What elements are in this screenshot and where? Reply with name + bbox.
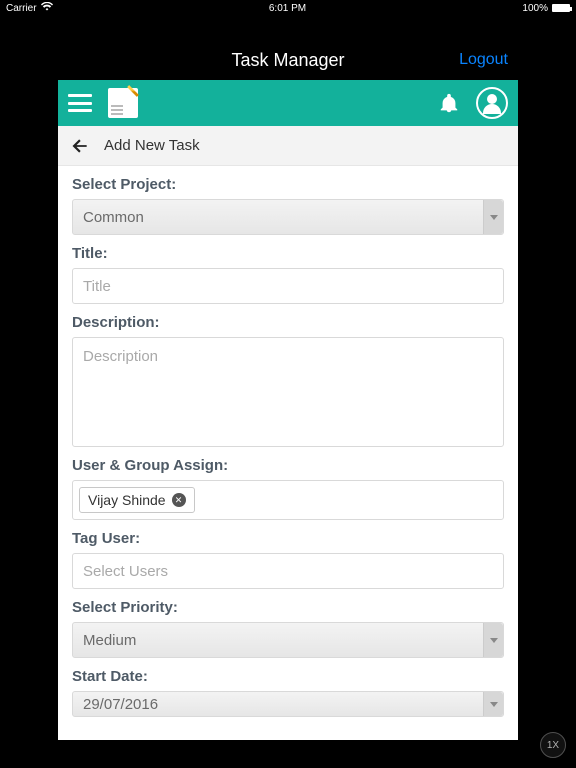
start-date-value: 29/07/2016 <box>83 696 158 713</box>
clock-label: 6:01 PM <box>53 3 523 14</box>
priority-value: Medium <box>83 632 136 649</box>
page-title: Add New Task <box>104 137 200 154</box>
app-window: Task Manager Logout Add New Task Select … <box>58 40 518 740</box>
description-placeholder: Description <box>83 348 158 365</box>
toolbar <box>58 80 518 126</box>
profile-icon[interactable] <box>476 87 508 119</box>
logout-button[interactable]: Logout <box>459 40 508 80</box>
start-date-select[interactable]: 29/07/2016 <box>72 691 504 717</box>
battery-label: 100% <box>522 3 548 14</box>
bell-icon[interactable] <box>438 92 460 114</box>
description-input[interactable]: Description <box>72 337 504 447</box>
menu-icon[interactable] <box>68 94 92 112</box>
project-value: Common <box>83 209 144 226</box>
assign-chip-label: Vijay Shinde <box>88 492 166 508</box>
title-input[interactable]: Title <box>72 268 504 304</box>
breadcrumb: Add New Task <box>58 126 518 166</box>
start-date-label: Start Date: <box>72 668 504 685</box>
assign-chip: Vijay Shinde <box>79 487 195 513</box>
close-icon[interactable] <box>172 493 186 507</box>
tag-user-placeholder: Select Users <box>83 563 168 580</box>
compose-icon[interactable] <box>108 88 138 118</box>
tag-user-label: Tag User: <box>72 530 504 547</box>
description-label: Description: <box>72 314 504 331</box>
tag-user-input[interactable]: Select Users <box>72 553 504 589</box>
assign-input[interactable]: Vijay Shinde <box>72 480 504 520</box>
chevron-down-icon <box>483 692 503 716</box>
project-select[interactable]: Common <box>72 199 504 235</box>
chevron-down-icon <box>483 623 503 657</box>
chevron-down-icon <box>483 200 503 234</box>
priority-label: Select Priority: <box>72 599 504 616</box>
app-title: Task Manager <box>231 50 344 71</box>
back-icon[interactable] <box>70 136 90 156</box>
assign-label: User & Group Assign: <box>72 457 504 474</box>
form: Select Project: Common Title: Title Desc… <box>58 166 518 740</box>
priority-select[interactable]: Medium <box>72 622 504 658</box>
titlebar: Task Manager Logout <box>58 40 518 80</box>
carrier-label: Carrier <box>6 3 37 14</box>
battery-icon <box>552 4 570 12</box>
zoom-badge: 1X <box>540 732 566 758</box>
title-placeholder: Title <box>83 278 111 295</box>
wifi-icon <box>41 2 53 14</box>
ios-status-bar: Carrier 6:01 PM 100% <box>0 0 576 16</box>
title-label: Title: <box>72 245 504 262</box>
project-label: Select Project: <box>72 176 504 193</box>
